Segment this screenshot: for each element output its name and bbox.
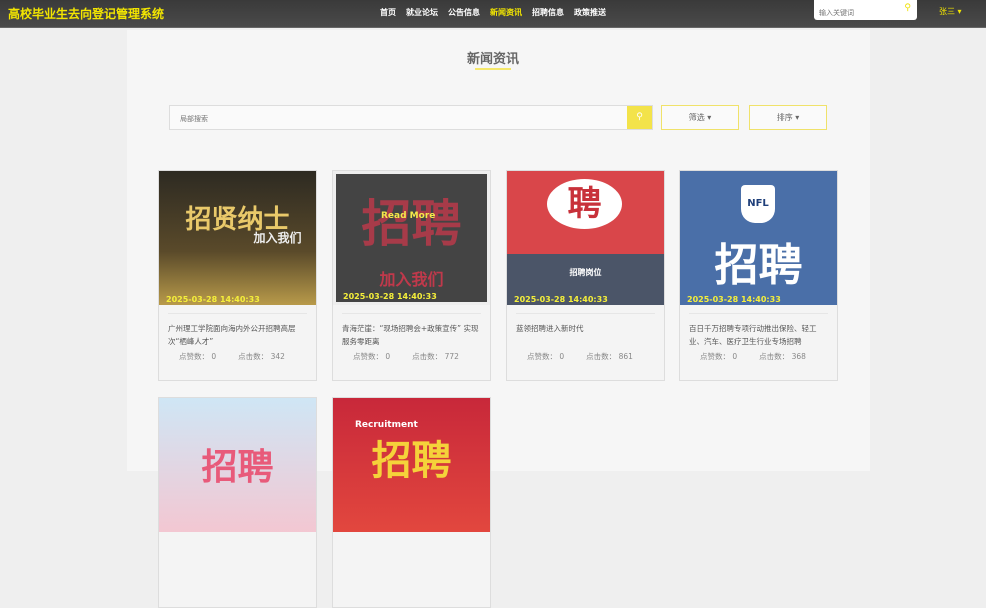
top-navbar: 高校毕业生去向登记管理系统 首页 就业论坛 公告信息 新闻资讯 招聘信息 政策推…	[0, 0, 986, 28]
news-image: 招聘 Read More 加入我们 2025-03-28 14:40:33	[333, 171, 490, 305]
clicks-value: 772	[444, 352, 459, 361]
clicks-label: 点击数：	[759, 352, 790, 361]
clicks-label: 点击数：	[586, 352, 617, 361]
sort-button[interactable]: 排序 ▾	[749, 105, 827, 130]
nav-policy[interactable]: 政策推送	[574, 7, 606, 18]
news-title[interactable]: 蓝领招聘进入新时代	[516, 322, 658, 335]
likes-count: 点赞数： 0	[353, 351, 390, 362]
divider	[689, 313, 828, 314]
news-card[interactable]: Recruitment 招聘	[332, 397, 491, 608]
clicks-label: 点击数：	[412, 352, 443, 361]
page-title: 新闻资讯	[466, 52, 519, 67]
likes-label: 点赞数：	[179, 352, 209, 361]
search-icon[interactable]: ⚲	[904, 3, 911, 13]
news-date: 2025-03-28 14:40:33	[687, 295, 781, 304]
nfl-logo: NFL	[741, 185, 775, 223]
likes-count: 点赞数： 0	[179, 351, 216, 362]
likes-label: 点赞数：	[527, 352, 557, 361]
news-title[interactable]: 广州理工学院面向海内外公开招聘高层次“栖峰人才”	[168, 322, 310, 348]
image-subtext: 招聘岗位	[569, 268, 602, 277]
image-text: 聘	[547, 179, 622, 229]
main-nav: 首页 就业论坛 公告信息 新闻资讯 招聘信息 政策推送	[380, 7, 606, 18]
local-search-input[interactable]	[170, 108, 620, 131]
header-search: ⚲	[814, 0, 917, 23]
likes-label: 点赞数：	[353, 352, 383, 361]
news-image: Recruitment 招聘	[333, 398, 490, 532]
image-text: 招聘	[371, 438, 452, 484]
news-title[interactable]: 青海茫崖：“现场招聘会+政策宣传” 实现服务零距离	[342, 322, 484, 348]
news-card[interactable]: 招贤纳士 加入我们 2025-03-28 14:40:33 广州理工学院面向海内…	[158, 170, 317, 381]
filter-button[interactable]: 筛选 ▾	[661, 105, 739, 130]
header-search-input[interactable]	[814, 4, 894, 23]
divider	[516, 313, 655, 314]
image-text: 招聘	[714, 240, 803, 291]
image-subtext: 加入我们	[379, 270, 444, 289]
likes-value: 0	[732, 352, 738, 361]
news-date: 2025-03-28 14:40:33	[343, 292, 437, 301]
news-title[interactable]: 百日千万招聘专项行动推出保险、轻工业、汽车、医疗卫生行业专场招聘	[689, 322, 831, 348]
clicks-count: 点击数： 772	[412, 351, 459, 362]
clicks-count: 点击数： 368	[759, 351, 806, 362]
news-image: 聘 招聘岗位 2025-03-28 14:40:33	[507, 171, 664, 305]
image-subtext: 加入我们	[253, 231, 302, 245]
news-card[interactable]: 聘 招聘岗位 2025-03-28 14:40:33 蓝领招聘进入新时代 点赞数…	[506, 170, 665, 381]
nav-news[interactable]: 新闻资讯	[490, 7, 522, 18]
news-date: 2025-03-28 14:40:33	[166, 295, 260, 304]
nav-jobs[interactable]: 招聘信息	[532, 7, 564, 18]
local-search: ⚲	[169, 105, 653, 131]
likes-label: 点赞数：	[700, 352, 730, 361]
divider	[342, 313, 481, 314]
nav-home[interactable]: 首页	[380, 7, 396, 18]
news-image: 招贤纳士 加入我们 2025-03-28 14:40:33	[159, 171, 316, 305]
divider	[168, 313, 307, 314]
likes-value: 0	[385, 352, 391, 361]
news-date: 2025-03-28 14:40:33	[514, 295, 608, 304]
search-icon: ⚲	[636, 112, 643, 122]
nav-notice[interactable]: 公告信息	[448, 7, 480, 18]
likes-count: 点赞数： 0	[700, 351, 737, 362]
news-image: NFL 招聘 2025-03-28 14:40:33	[680, 171, 837, 305]
likes-value: 0	[559, 352, 565, 361]
news-card[interactable]: 招聘	[158, 397, 317, 608]
user-menu[interactable]: 张三 ▾	[939, 6, 962, 17]
likes-value: 0	[211, 352, 217, 361]
image-text: 招聘	[201, 447, 274, 488]
news-card[interactable]: 招聘 Read More 加入我们 2025-03-28 14:40:33 青海…	[332, 170, 491, 381]
clicks-value: 368	[791, 352, 806, 361]
title-underline	[475, 68, 511, 70]
clicks-value: 861	[618, 352, 633, 361]
site-logo[interactable]: 高校毕业生去向登记管理系统	[8, 5, 164, 22]
clicks-label: 点击数：	[238, 352, 269, 361]
clicks-count: 点击数： 342	[238, 351, 285, 362]
read-more-text: Read More	[381, 211, 436, 221]
news-card[interactable]: NFL 招聘 2025-03-28 14:40:33 百日千万招聘专项行动推出保…	[679, 170, 838, 381]
clicks-count: 点击数： 861	[586, 351, 633, 362]
nav-forum[interactable]: 就业论坛	[406, 7, 438, 18]
news-image: 招聘	[159, 398, 316, 532]
search-button[interactable]: ⚲	[627, 106, 652, 129]
clicks-value: 342	[270, 352, 285, 361]
likes-count: 点赞数： 0	[527, 351, 564, 362]
